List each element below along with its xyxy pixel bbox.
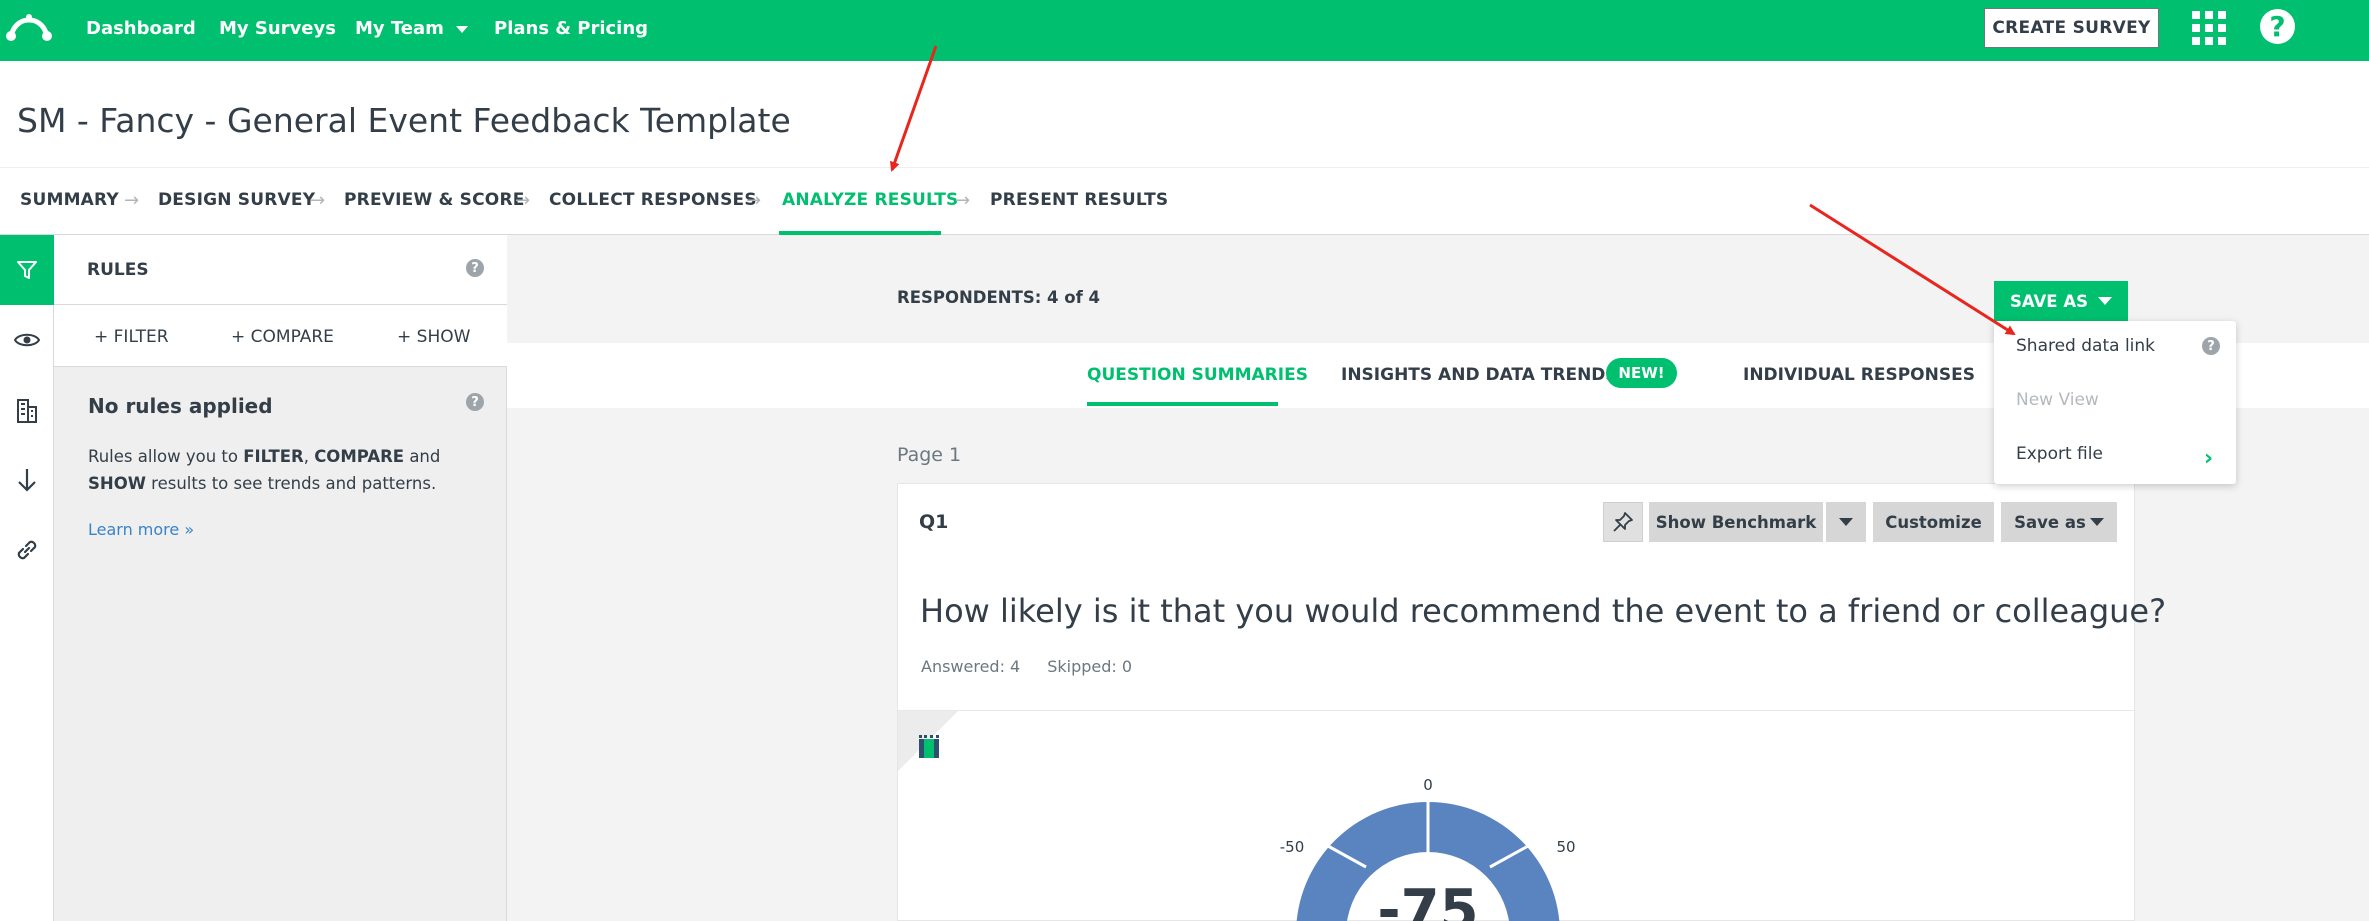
arrow-right-icon: →: [515, 190, 531, 211]
skipped-count: Skipped: 0: [1047, 657, 1133, 676]
chevron-down-icon: [455, 25, 468, 33]
nav-plans-pricing[interactable]: Plans & Pricing: [494, 18, 648, 39]
tab-preview-score[interactable]: PREVIEW & SCORE: [344, 190, 525, 210]
new-badge: NEW!: [1606, 358, 1677, 388]
question-text: How likely is it that you would recommen…: [920, 592, 2167, 630]
tab-design-survey[interactable]: DESIGN SURVEY: [158, 190, 315, 210]
left-icon-rail: [0, 235, 54, 921]
building-icon: [17, 399, 37, 423]
rail-benchmarks[interactable]: [0, 375, 54, 445]
help-icon[interactable]: ?: [2202, 337, 2220, 355]
rail-views[interactable]: [0, 305, 54, 375]
divider: [898, 710, 2134, 711]
menu-item-new-view: New View: [2016, 390, 2099, 410]
link-icon: [17, 540, 37, 560]
rules-actions: + FILTER + COMPARE + SHOW: [54, 305, 507, 367]
nav-my-surveys[interactable]: My Surveys: [219, 18, 336, 39]
customize-button[interactable]: Customize: [1873, 502, 1994, 542]
active-tab-indicator: [779, 231, 941, 235]
menu-item-export-file[interactable]: Export file: [2016, 444, 2103, 464]
question-save-as-button[interactable]: Save as: [2001, 502, 2117, 542]
tab-analyze-results[interactable]: ANALYZE RESULTS: [782, 190, 959, 210]
pin-icon: [1613, 512, 1633, 532]
help-icon[interactable]: ?: [466, 393, 484, 411]
nps-gauge: 0 -50 50 -75: [1280, 776, 1576, 921]
rail-shared-links[interactable]: [0, 515, 54, 585]
rail-filter[interactable]: [0, 235, 54, 305]
save-as-dropdown: Shared data link ? New View Export file …: [1994, 321, 2236, 484]
tab-present-results[interactable]: PRESENT RESULTS: [990, 190, 1168, 210]
help-icon[interactable]: ?: [2260, 9, 2295, 44]
rules-header: RULES ?: [54, 235, 507, 305]
nav-my-team-label: My Team: [355, 18, 444, 39]
apps-grid-icon[interactable]: [2192, 11, 2226, 45]
surveymonkey-logo-icon[interactable]: [5, 12, 53, 46]
question-card: Q1 Show Benchmark Customize Save as How …: [897, 483, 2166, 921]
add-show-button[interactable]: + SHOW: [397, 327, 470, 347]
benchmark-icon[interactable]: [916, 733, 942, 759]
gauge-label-minus-50: -50: [1280, 838, 1305, 856]
tab-summary[interactable]: SUMMARY: [20, 190, 119, 210]
add-compare-button[interactable]: + COMPARE: [231, 327, 334, 347]
chevron-down-icon: [1839, 518, 1853, 526]
save-as-button[interactable]: SAVE AS: [1994, 281, 2128, 321]
active-subtab-indicator: [1087, 402, 1278, 406]
question-stats: Answered: 4 Skipped: 0: [921, 657, 1132, 676]
create-survey-button[interactable]: CREATE SURVEY: [1984, 8, 2159, 48]
respondents-count: RESPONDENTS: 4 of 4: [897, 288, 1101, 307]
tab-individual-responses[interactable]: INDIVIDUAL RESPONSES: [1743, 365, 1975, 385]
answered-count: Answered: 4: [921, 657, 1021, 676]
tab-collect-responses[interactable]: COLLECT RESPONSES: [549, 190, 757, 210]
filter-icon: [17, 261, 37, 279]
page-title: SM - Fancy - General Event Feedback Temp…: [17, 101, 791, 140]
rules-title: RULES: [87, 260, 149, 280]
download-icon: [18, 469, 36, 492]
benchmark-dropdown-button[interactable]: [1826, 502, 1866, 542]
learn-more-link[interactable]: Learn more »: [88, 520, 194, 539]
nav-my-team[interactable]: My Team: [355, 18, 468, 39]
chevron-down-icon: [2097, 297, 2112, 305]
arrow-right-icon: →: [955, 190, 971, 211]
eye-icon: [14, 333, 40, 347]
nav-dashboard[interactable]: Dashboard: [86, 18, 196, 39]
chevron-down-icon: [2089, 518, 2104, 526]
add-filter-button[interactable]: + FILTER: [94, 327, 169, 347]
tab-question-summaries[interactable]: QUESTION SUMMARIES: [1087, 365, 1308, 385]
step-tabs: SUMMARY → DESIGN SURVEY → PREVIEW & SCOR…: [0, 167, 2369, 235]
title-bar: SM - Fancy - General Event Feedback Temp…: [0, 61, 2369, 167]
gauge-label-50: 50: [1556, 838, 1575, 856]
question-save-as-label: Save as: [2014, 512, 2086, 532]
save-as-label: SAVE AS: [2010, 291, 2088, 311]
arrow-right-icon: →: [124, 190, 140, 211]
show-benchmark-button[interactable]: Show Benchmark: [1649, 502, 1823, 542]
menu-item-shared-data-link[interactable]: Shared data link: [2016, 336, 2155, 356]
no-rules-title: No rules applied: [88, 394, 273, 418]
rules-panel: RULES ? + FILTER + COMPARE + SHOW No rul…: [54, 235, 507, 921]
tab-insights-data-trends[interactable]: INSIGHTS AND DATA TRENDS: [1341, 365, 1618, 385]
page-label: Page 1: [897, 444, 962, 466]
arrow-right-icon: →: [746, 190, 762, 211]
help-icon[interactable]: ?: [466, 259, 484, 277]
rules-description: Rules allow you to FILTER, COMPARE and S…: [88, 447, 441, 493]
pin-button[interactable]: [1603, 502, 1643, 542]
gauge-label-0: 0: [1423, 776, 1433, 794]
question-number: Q1: [919, 511, 949, 533]
top-nav: Dashboard My Surveys My Team Plans & Pri…: [0, 0, 2369, 61]
nps-score: -75: [1377, 878, 1478, 921]
arrow-right-icon: →: [310, 190, 326, 211]
rail-export[interactable]: [0, 445, 54, 515]
chevron-right-icon: ›: [2204, 446, 2214, 471]
